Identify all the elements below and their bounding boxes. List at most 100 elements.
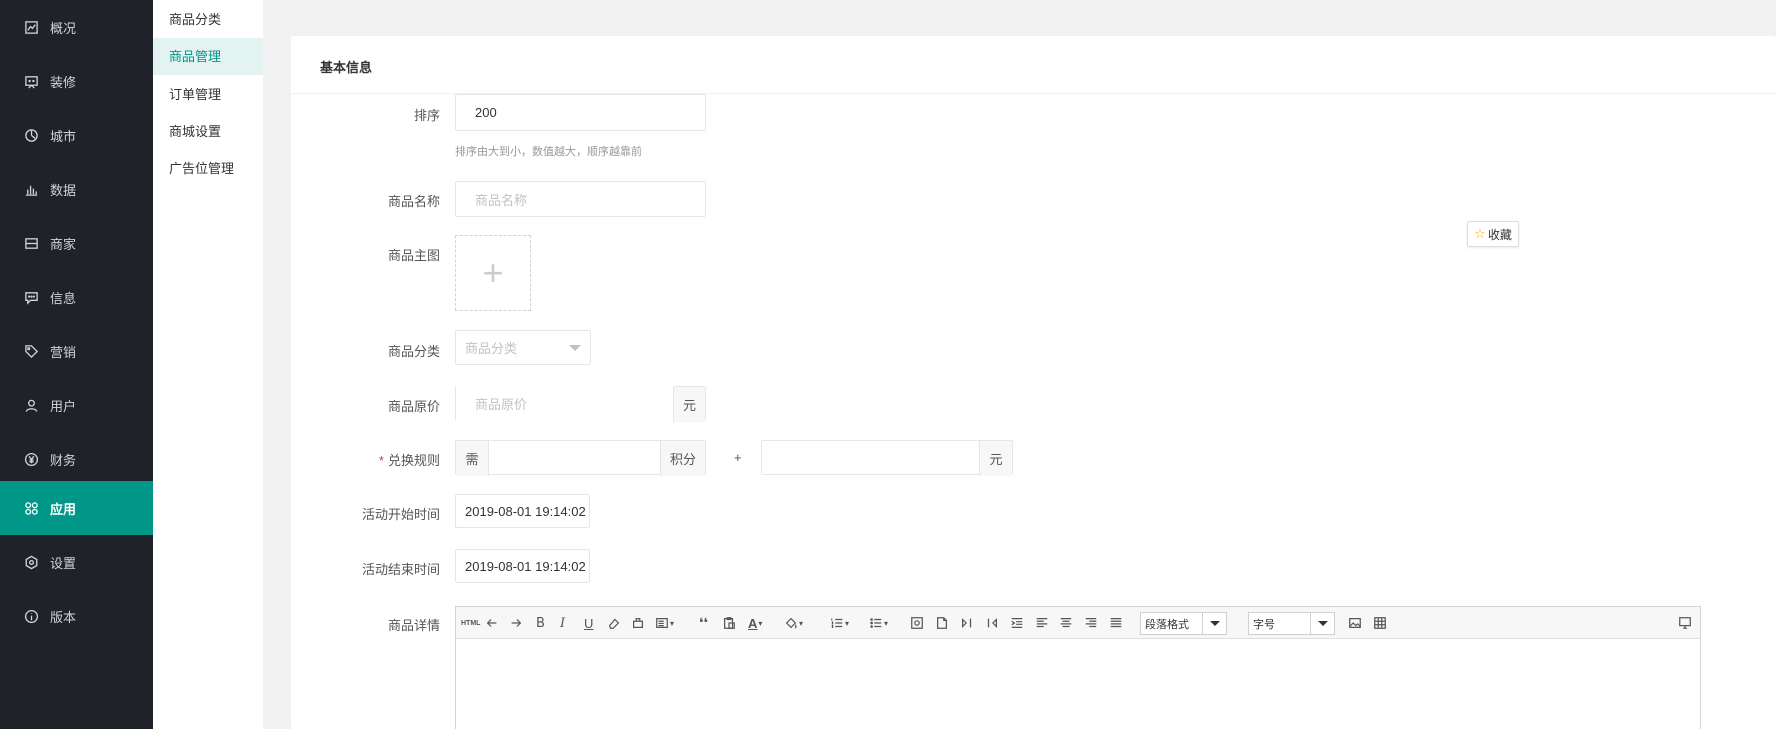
detail-label: 商品详情 [387,618,440,633]
nav-label: 装修 [50,74,77,90]
message-icon [22,288,40,306]
nav-label: 财务 [50,452,77,468]
bold-icon[interactable]: B [536,615,545,631]
nav-item-marketing[interactable]: 营销 [0,324,153,378]
submenu-item-category[interactable]: 商品分类 [153,1,263,38]
price-label: 商品原价 [387,399,440,414]
sort-input[interactable]: 200 [455,94,706,131]
cash-unit: 元 [979,441,1012,476]
block-format-icon[interactable]: ▾ [655,615,674,631]
nav-label: 应用 [50,501,77,517]
submenu-item-ad-slots[interactable]: 广告位管理 [153,150,263,187]
align-left-icon[interactable] [1035,615,1049,631]
image-upload-button[interactable]: + [455,235,531,311]
submenu-item-products[interactable]: 商品管理 [153,38,263,75]
nav-item-finance[interactable]: 财务 [0,432,153,486]
nav-item-merchant[interactable]: 商家 [0,216,153,270]
insert-image-icon[interactable] [1348,615,1362,631]
collect-button[interactable]: ☆ 收藏 [1467,221,1519,247]
submenu-item-orders[interactable]: 订单管理 [153,76,263,113]
paragraph-format-select[interactable]: 段落格式 [1140,612,1227,635]
points-input[interactable] [489,441,665,474]
undo-icon[interactable] [485,615,499,631]
product-name-input[interactable]: 商品名称 [455,181,706,217]
align-center-icon[interactable] [1059,615,1073,631]
data-chart-icon [22,180,40,198]
editor-toolbar: HTML B I U ▾ ❛❛ A ▾ ▾ ▾ ▾ 段落格式 字号 [456,607,1700,639]
text-indent-icon[interactable] [1010,615,1024,631]
paragraph-format-label: 段落格式 [1145,618,1189,631]
category-select[interactable]: 商品分类 [455,330,591,365]
nav-label: 商家 [50,236,77,252]
outdent-icon[interactable] [985,615,999,631]
align-right-icon[interactable] [1084,615,1098,631]
tag-icon [22,342,40,360]
redo-icon[interactable] [509,615,523,631]
font-color-icon[interactable]: A ▾ [748,615,762,631]
nav-item-apps[interactable]: 应用 [0,481,153,535]
nav-item-settings[interactable]: 设置 [0,535,153,589]
start-time-input[interactable]: 2019-08-01 19:14:02 [455,494,590,528]
nav-item-version[interactable]: 版本 [0,589,153,643]
editor-content-area[interactable] [456,639,1700,729]
overview-icon [22,18,40,36]
page-icon[interactable] [935,615,949,631]
unordered-list-icon[interactable]: ▾ [869,615,888,631]
category-placeholder: 商品分类 [465,341,518,356]
preview-icon[interactable] [1678,615,1692,631]
required-mark: * [378,453,384,468]
nav-label: 设置 [50,555,77,571]
nav-item-city[interactable]: 城市 [0,108,153,162]
nav-item-decorate[interactable]: 装修 [0,54,153,108]
city-icon [22,126,40,144]
table-icon[interactable] [1373,615,1387,631]
nav-item-overview[interactable]: 概况 [0,0,153,54]
panel-title: 基本信息 [320,60,373,75]
points-unit: 积分 [660,441,705,476]
collect-label: 收藏 [1487,227,1512,242]
star-icon: ☆ [1474,226,1486,241]
nav-label: 营销 [50,344,77,360]
chevron-down-icon [1202,613,1226,634]
settings-icon [22,553,40,571]
cash-input[interactable] [762,441,980,474]
bg-color-icon[interactable]: ▾ [784,615,803,631]
sub-menu: 商品分类 商品管理 订单管理 商城设置 广告位管理 [153,0,263,729]
nav-item-message[interactable]: 信息 [0,270,153,324]
nav-label: 用户 [50,398,77,414]
indent-icon[interactable] [960,615,974,631]
align-justify-icon[interactable] [1109,615,1123,631]
end-time-input[interactable]: 2019-08-01 19:14:02 [455,549,590,583]
price-input[interactable]: 商品原价 [456,386,675,421]
nav-item-user[interactable]: 用户 [0,378,153,432]
cash-field: 元 [761,440,1013,476]
price-field: 商品原价 元 [455,386,706,422]
merchant-icon [22,234,40,252]
paste-icon[interactable] [722,615,736,631]
points-field: 需 积分 [455,440,706,476]
main-sidebar: 概况 装修 城市 数据 商家 信息 营销 用户 财务 应用 设置 版本 [0,0,153,729]
underline-icon[interactable]: U [584,615,593,631]
exchange-rule-text: 兑换规则 [387,453,440,468]
end-time-label: 活动结束时间 [361,562,440,577]
submenu-item-mall-settings[interactable]: 商城设置 [153,113,263,150]
nav-item-data[interactable]: 数据 [0,162,153,216]
eraser-icon[interactable] [607,615,621,631]
panel-header: 基本信息 [291,36,1776,94]
plus-icon: + [482,252,504,293]
yen-icon [22,450,40,468]
italic-icon[interactable]: I [560,615,565,631]
font-size-label: 字号 [1253,618,1275,631]
category-label: 商品分类 [387,344,440,359]
ordered-list-icon[interactable]: ▾ [830,615,849,631]
format-painter-icon[interactable] [631,615,645,631]
anchor-icon[interactable] [910,615,924,631]
points-prefix: 需 [456,441,489,476]
rich-text-editor: HTML B I U ▾ ❛❛ A ▾ ▾ ▾ ▾ 段落格式 字号 [455,606,1701,729]
quote-icon[interactable]: ❛❛ [699,615,708,631]
font-size-select[interactable]: 字号 [1248,612,1335,635]
start-time-label: 活动开始时间 [361,507,440,522]
exchange-rule-label: * 兑换规则 [290,450,440,469]
info-icon [22,607,40,625]
html-source-button[interactable]: HTML [461,615,480,631]
